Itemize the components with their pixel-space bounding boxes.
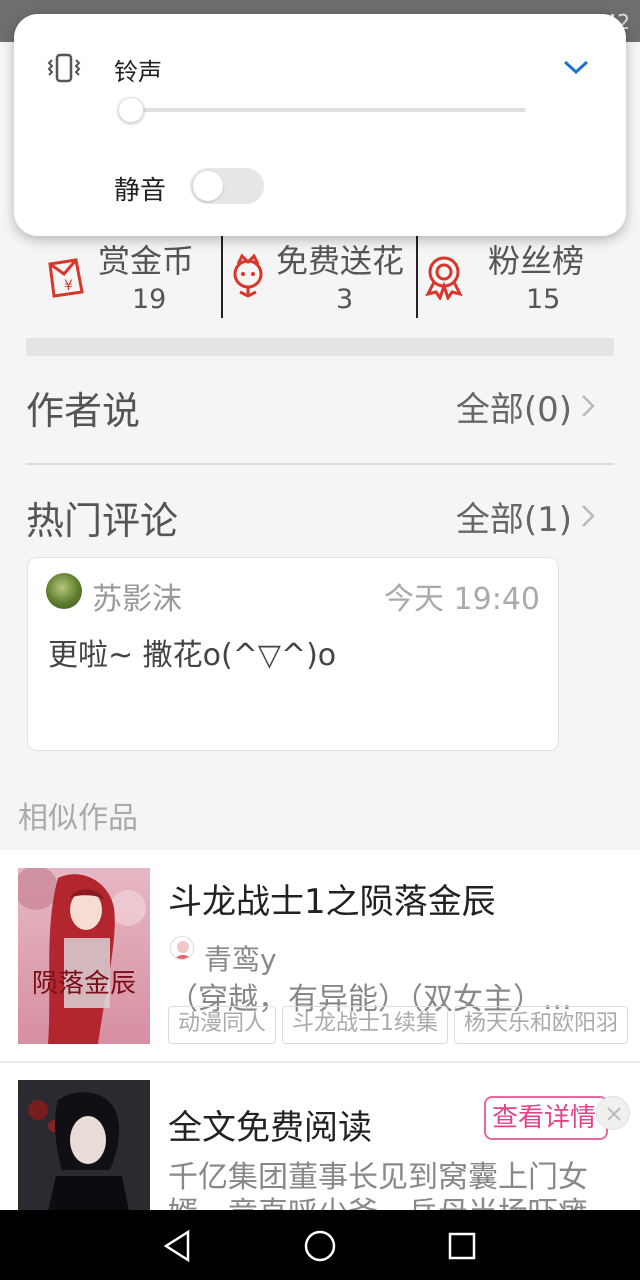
comment-time: 今天 19:40	[384, 582, 540, 617]
home-icon[interactable]	[300, 1226, 340, 1266]
chevron-right-icon	[582, 395, 595, 417]
view-all-link[interactable]: 全部(1)	[456, 492, 572, 541]
mute-toggle[interactable]	[190, 168, 264, 204]
stat-value: 15	[526, 284, 561, 315]
section-spacer	[26, 338, 614, 356]
volume-slider-thumb[interactable]	[118, 97, 144, 123]
author-name[interactable]: 青鸾y	[204, 938, 277, 978]
cover-image: 陨落金辰	[18, 868, 150, 1044]
author-says-header[interactable]: 作者说 全部(0)	[26, 380, 614, 440]
ad-list-item[interactable]: 全文免费阅读 查看详情 千亿集团董事长见到窝囊上门女 婿，竟直呼少爷，岳母当场吓…	[0, 1064, 640, 1210]
tag[interactable]: 动漫同人	[168, 1006, 277, 1044]
close-ad-button[interactable]	[596, 1096, 630, 1130]
view-all-link[interactable]: 全部(0)	[456, 382, 572, 431]
vibrate-icon[interactable]	[44, 52, 84, 84]
book-title[interactable]: 斗龙战士1之陨落金辰	[168, 874, 496, 923]
stat-reward-coins[interactable]: ¥ 赏金币 19	[40, 236, 220, 320]
mute-label: 静音	[114, 176, 167, 206]
view-details-button[interactable]: 查看详情	[484, 1096, 608, 1140]
cover-title: 陨落金辰	[32, 969, 136, 999]
comment-card[interactable]: 苏影沫 今天 19:40 更啦~ 撒花o(^▽^)o	[27, 557, 559, 751]
red-envelope-icon: ¥	[48, 258, 84, 298]
tag[interactable]: 斗龙战士1续集	[282, 1006, 449, 1044]
tag-list: 动漫同人 斗龙战士1续集 杨天乐和欧阳羽	[168, 1006, 640, 1044]
stat-free-flowers[interactable]: 免费送花 3	[222, 236, 418, 320]
comment-username[interactable]: 苏影沫	[92, 574, 182, 618]
list-item[interactable]: 陨落金辰 斗龙战士1之陨落金辰 青鸾y （穿越，有异能）（双女主）... 动漫同…	[0, 850, 640, 1062]
chevron-down-icon[interactable]	[562, 58, 590, 76]
back-icon[interactable]	[158, 1226, 198, 1266]
divider	[26, 463, 614, 465]
stat-value: 3	[336, 284, 354, 315]
flower-icon	[233, 253, 263, 298]
medal-icon	[425, 256, 463, 300]
avatar[interactable]	[46, 573, 82, 609]
recent-apps-icon[interactable]	[442, 1226, 482, 1266]
tag[interactable]: 杨天乐和欧阳羽	[454, 1006, 629, 1044]
comment-text: 更啦~ 撒花o(^▽^)o	[48, 638, 337, 673]
book-description: 婿，竟直呼少爷，岳母当场吓瘫...	[168, 1188, 617, 1210]
system-nav-bar	[0, 1210, 640, 1280]
cover-image	[18, 1080, 150, 1210]
volume-slider[interactable]	[118, 97, 526, 123]
toggle-knob	[193, 171, 223, 201]
similar-works-list: 陨落金辰 斗龙战士1之陨落金辰 青鸾y （穿越，有异能）（双女主）... 动漫同…	[0, 850, 640, 1210]
close-icon	[607, 1107, 621, 1121]
ringtone-label: 铃声	[114, 58, 162, 86]
chevron-right-icon	[582, 505, 595, 527]
stats-row: ¥ 赏金币 19 免费送花 3 粉丝榜 15	[26, 236, 614, 320]
divider	[0, 1061, 640, 1063]
author-avatar	[170, 936, 194, 960]
section-title: 热门评论	[26, 499, 179, 543]
volume-panel: 铃声 静音	[14, 14, 626, 236]
stat-label: 赏金币	[98, 242, 195, 280]
svg-text:¥: ¥	[64, 278, 73, 294]
stat-label: 粉丝榜	[488, 242, 585, 280]
hot-comments-header[interactable]: 热门评论 全部(1)	[26, 490, 614, 550]
book-title[interactable]: 全文免费阅读	[168, 1100, 372, 1149]
stat-label: 免费送花	[276, 242, 405, 280]
stat-value: 19	[132, 284, 167, 315]
section-title: 作者说	[26, 389, 141, 433]
book-cover[interactable]: 陨落金辰	[18, 868, 150, 1044]
book-cover[interactable]	[18, 1080, 150, 1210]
similar-works-title: 相似作品	[18, 801, 138, 836]
stat-fan-ranking[interactable]: 粉丝榜 15	[418, 236, 614, 320]
